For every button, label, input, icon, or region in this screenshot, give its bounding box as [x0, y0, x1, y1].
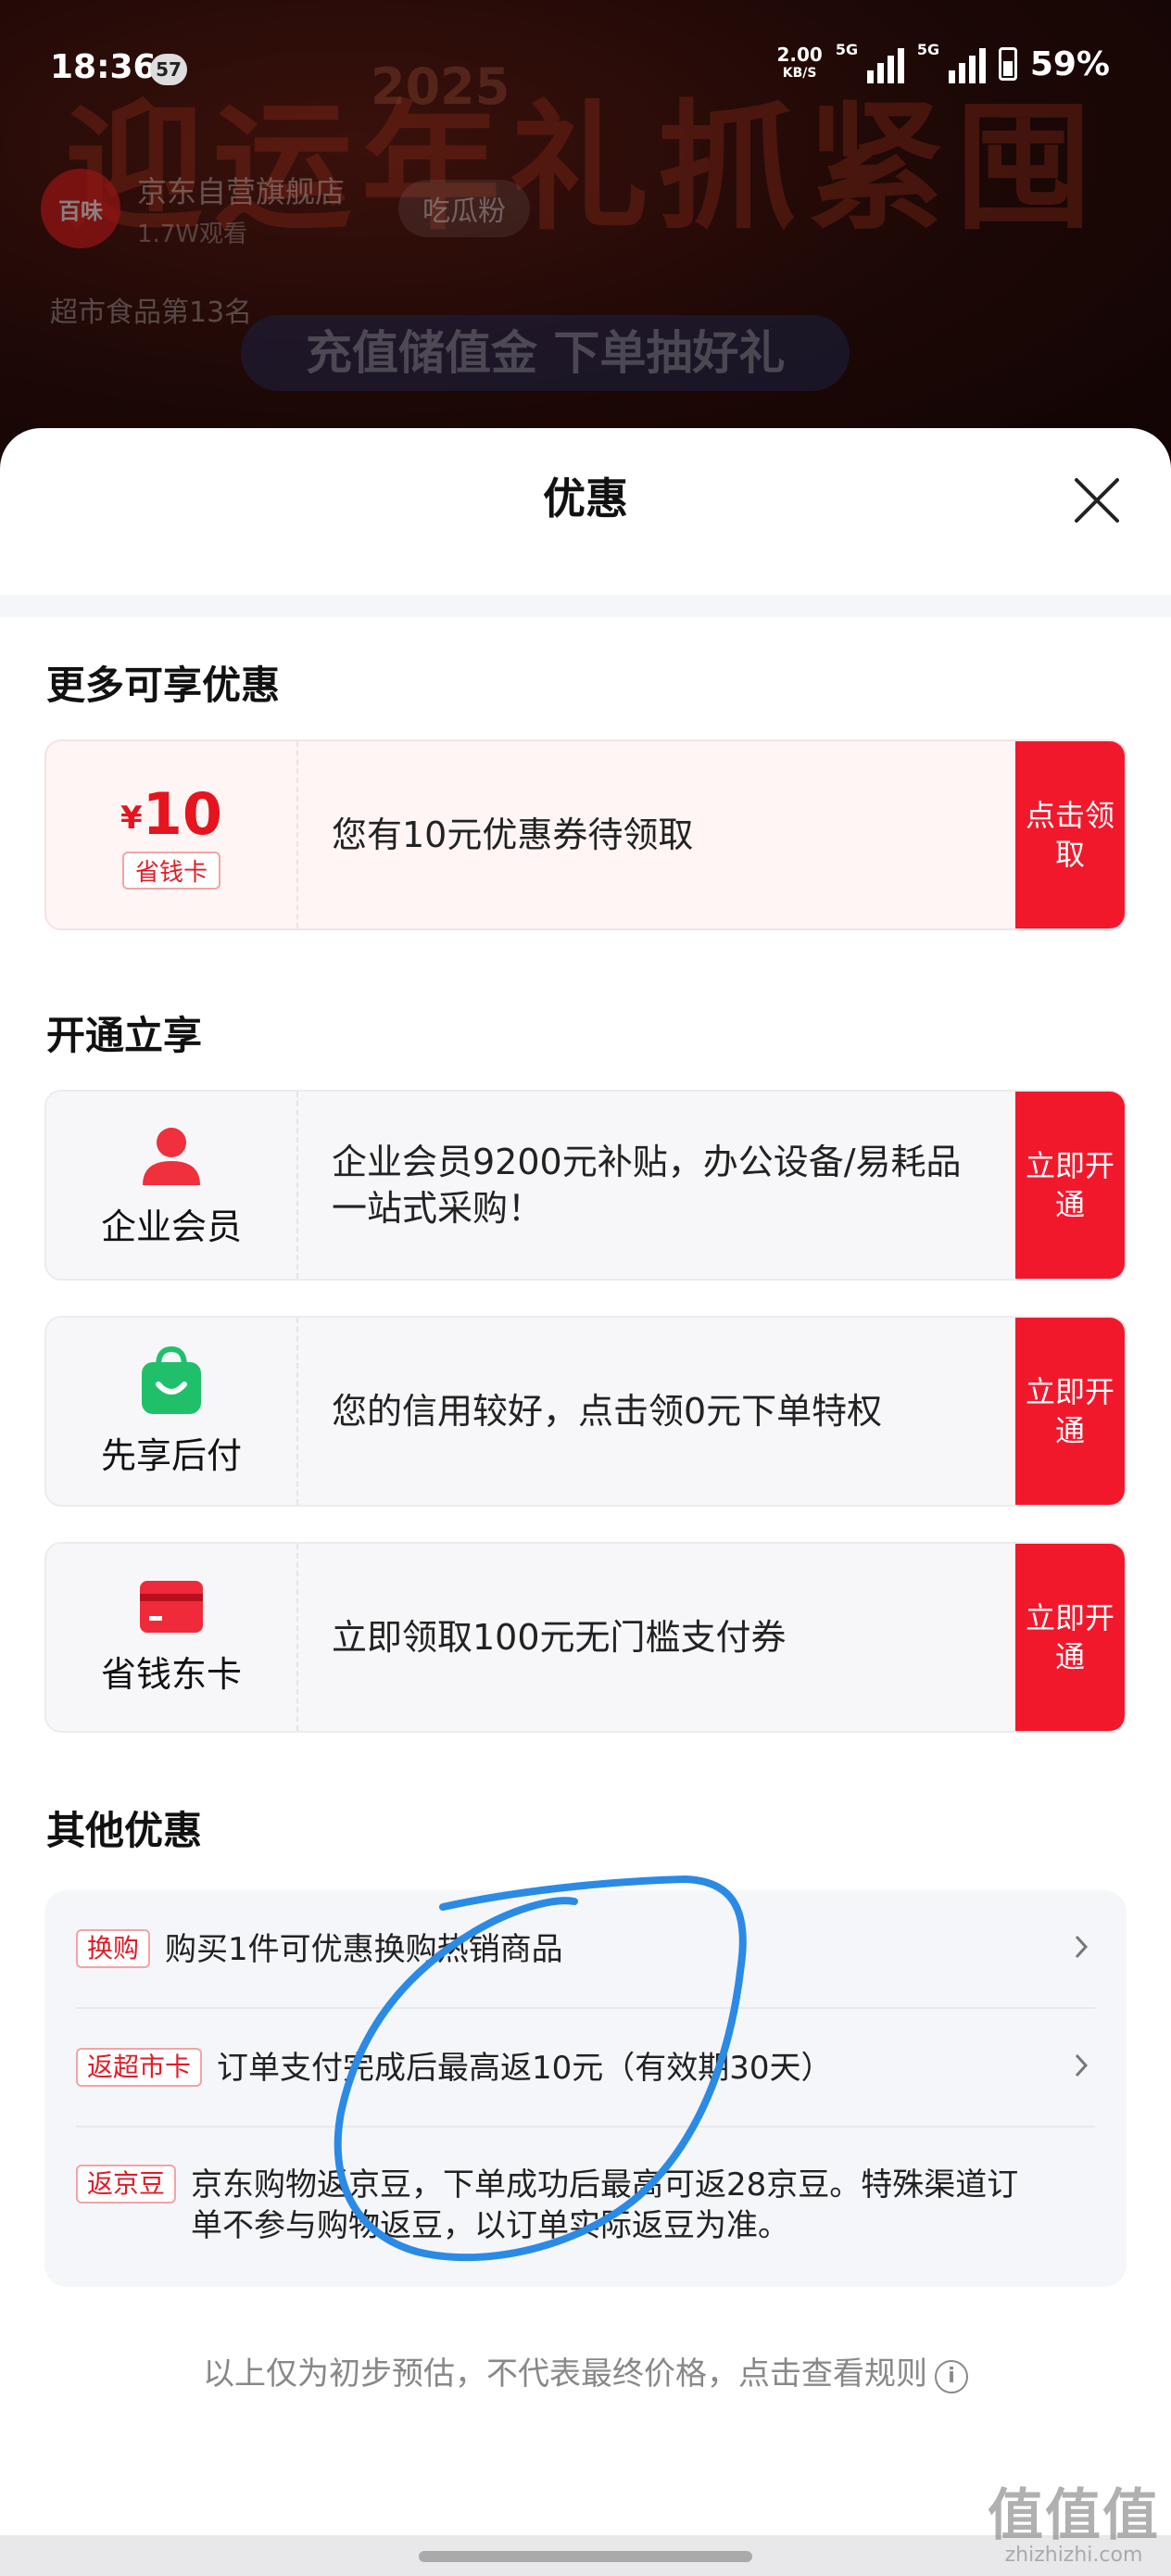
chevron-right-icon [1075, 2053, 1089, 2077]
sheet-title: 优惠 [543, 474, 628, 524]
close-button[interactable] [1069, 473, 1125, 528]
pay-later-text: 您的信用较好，点击领0元下单特权 [332, 1391, 883, 1432]
person-icon [143, 1127, 200, 1185]
exchange-tag: 换购 [76, 1929, 151, 1968]
offers-sheet: 优惠 更多可享优惠 ¥10 省钱卡 您有10元优惠券待领取 点击领取 开通立享 … [0, 428, 1171, 2541]
coupon-currency: ¥ [120, 800, 143, 837]
enterprise-member-open-button[interactable]: 立即开通 [1015, 1092, 1125, 1279]
watermark-url: zhizhizhi.com [1004, 2544, 1143, 2567]
divider [76, 2007, 1095, 2009]
other-offer-supermarket-card[interactable]: 返超市卡 订单支付完成后最高返10元（有效期30天） [76, 2048, 1095, 2089]
section-other-offers: 其他优惠 [46, 1808, 203, 1853]
savings-card-label: 省钱东卡 [100, 1653, 242, 1695]
claim-coupon-button[interactable]: 点击领取 [1015, 741, 1125, 928]
section-open-benefits: 开通立享 [46, 1013, 203, 1058]
signal-1-label: 5G [835, 41, 859, 58]
network-speed-value: 2.00 [776, 44, 823, 66]
supermarket-card-tag: 返超市卡 [76, 2048, 203, 2087]
savings-card[interactable]: 省钱东卡 立即领取100元无门槛支付券 立即开通 [44, 1542, 1127, 1733]
network-speed-unit: KB/S [782, 66, 817, 81]
savings-card-block: 省钱东卡 [46, 1544, 298, 1731]
jingdou-text: 京东购物返京豆，下单成功后最高可返28京豆。特殊渠道订单不参与购物返豆，以订单实… [191, 2166, 1019, 2244]
network-speed: 2.00 KB/S [776, 45, 822, 82]
status-icons: 2.00 KB/S 5G 5G 59% [776, 41, 1110, 83]
signal-2-label: 5G [916, 41, 940, 58]
home-gesture-handle[interactable] [419, 2551, 752, 2562]
savings-card-open-button[interactable]: 立即开通 [1015, 1544, 1125, 1731]
pay-later-block: 先享后付 [46, 1318, 298, 1505]
signal-1-icon: 5G [835, 41, 904, 83]
coupon-card[interactable]: ¥10 省钱卡 您有10元优惠券待领取 点击领取 [44, 739, 1127, 930]
savings-card-text: 立即领取100元无门槛支付券 [332, 1617, 787, 1658]
notification-count-badge: 57 [150, 54, 187, 85]
info-icon: i [935, 2360, 968, 2393]
status-bar: 18:36 57 2.00 KB/S 5G 5G 59% [0, 0, 1171, 139]
pay-later-open-button[interactable]: 立即开通 [1015, 1318, 1125, 1505]
battery-level: 59% [1029, 44, 1110, 83]
signal-2-icon: 5G [916, 41, 986, 83]
sheet-divider [0, 595, 1171, 617]
section-more-offers: 更多可享优惠 [46, 663, 281, 708]
coupon-text: 您有10元优惠券待领取 [332, 814, 694, 855]
status-time: 18:36 [50, 48, 157, 86]
battery-icon [998, 47, 1017, 81]
other-offers-box: 换购 购买1件可优惠换购热销商品 返超市卡 订单支付完成后最高返10元（有效期3… [44, 1890, 1127, 2287]
enterprise-member-label: 企业会员 [100, 1206, 242, 1247]
supermarket-card-text: 订单支付完成后最高返10元（有效期30天） [217, 2050, 833, 2087]
other-offer-exchange[interactable]: 换购 购买1件可优惠换购热销商品 [76, 1929, 1095, 1970]
shopping-bag-icon [142, 1345, 201, 1414]
exchange-text: 购买1件可优惠换购热销商品 [165, 1931, 563, 1968]
chevron-right-icon [1075, 1935, 1089, 1959]
pay-later-label: 先享后付 [100, 1434, 242, 1476]
card-icon [140, 1580, 203, 1633]
watermark-logo: 值值值 [988, 2483, 1160, 2548]
coupon-amount-block: ¥10 省钱卡 [46, 741, 298, 928]
divider [76, 2126, 1095, 2128]
site-watermark: 值值值 zhizhizhi.com [988, 2487, 1160, 2567]
pay-later-card[interactable]: 先享后付 您的信用较好，点击领0元下单特权 立即开通 [44, 1316, 1127, 1507]
close-icon [1075, 478, 1119, 523]
other-offer-jingdou: 返京豆 京东购物返京豆，下单成功后最高可返28京豆。特殊渠道订单不参与购物返豆，… [76, 2165, 1049, 2246]
jingdou-tag: 返京豆 [76, 2165, 177, 2203]
coupon-tag: 省钱卡 [121, 852, 220, 890]
enterprise-member-card[interactable]: 企业会员 企业会员9200元补贴，办公设备/易耗品一站式采购！ 立即开通 [44, 1090, 1127, 1281]
coupon-value: 10 [142, 780, 222, 848]
coupon-amount: ¥10 [120, 780, 222, 848]
enterprise-member-block: 企业会员 [46, 1092, 298, 1279]
rules-note-text: 以上仅为初步预估，不代表最终价格，点击查看规则 [203, 2355, 927, 2393]
enterprise-member-text: 企业会员9200元补贴，办公设备/易耗品一站式采购！ [332, 1142, 962, 1229]
rules-note[interactable]: 以上仅为初步预估，不代表最终价格，点击查看规则 i [0, 2348, 1171, 2393]
